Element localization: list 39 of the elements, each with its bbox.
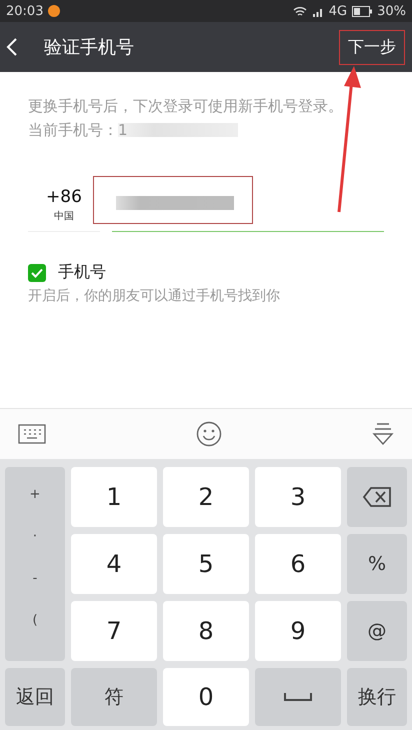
hide-keyboard-icon[interactable] xyxy=(372,422,394,446)
function-key[interactable]: @ xyxy=(347,601,407,661)
symbol-key[interactable]: - xyxy=(10,561,60,595)
backspace-icon xyxy=(362,486,392,508)
digit-key[interactable]: 2 xyxy=(163,467,249,527)
emoji-icon[interactable] xyxy=(196,421,222,447)
network-type: 4G xyxy=(328,4,348,18)
symbol-key[interactable]: · xyxy=(10,519,60,553)
digit-key[interactable]: 4 xyxy=(71,534,157,594)
clock: 20:03 xyxy=(6,4,44,18)
next-button[interactable]: 下一步 xyxy=(340,30,404,64)
digit-key[interactable]: 8 xyxy=(163,601,249,661)
keyboard-icon[interactable] xyxy=(18,424,46,444)
country-selector[interactable]: +86 中国 xyxy=(28,187,100,232)
digit-key[interactable]: 5 xyxy=(163,534,249,594)
digit-key[interactable]: 9 xyxy=(255,601,341,661)
backspace-key[interactable] xyxy=(347,467,407,527)
wifi-icon xyxy=(292,6,307,16)
symbol-key[interactable]: + xyxy=(10,477,60,511)
checkbox-label: 手机号 xyxy=(58,262,106,283)
hint-text: 开启后，你的朋友可以通过手机号找到你 xyxy=(28,287,281,305)
digit-key[interactable]: 0 xyxy=(163,668,249,726)
checkbox[interactable] xyxy=(28,264,46,282)
function-key[interactable]: % xyxy=(347,534,407,594)
page-title: 验证手机号 xyxy=(44,36,135,59)
back-icon[interactable] xyxy=(6,38,18,56)
check-icon xyxy=(31,268,43,278)
digit-key[interactable]: 1 xyxy=(71,467,157,527)
function-key[interactable]: 符 xyxy=(71,668,157,726)
battery-percent: 30% xyxy=(377,4,406,18)
digit-key[interactable]: 6 xyxy=(255,534,341,594)
battery-icon xyxy=(352,6,372,16)
space-icon xyxy=(283,692,313,702)
notification-icon xyxy=(48,5,60,17)
digit-key[interactable]: 7 xyxy=(71,601,157,661)
digit-key[interactable]: 3 xyxy=(255,467,341,527)
function-key[interactable]: 返回 xyxy=(5,668,65,726)
symbol-key[interactable]: ( xyxy=(10,603,60,637)
function-key[interactable]: 换行 xyxy=(347,668,407,726)
